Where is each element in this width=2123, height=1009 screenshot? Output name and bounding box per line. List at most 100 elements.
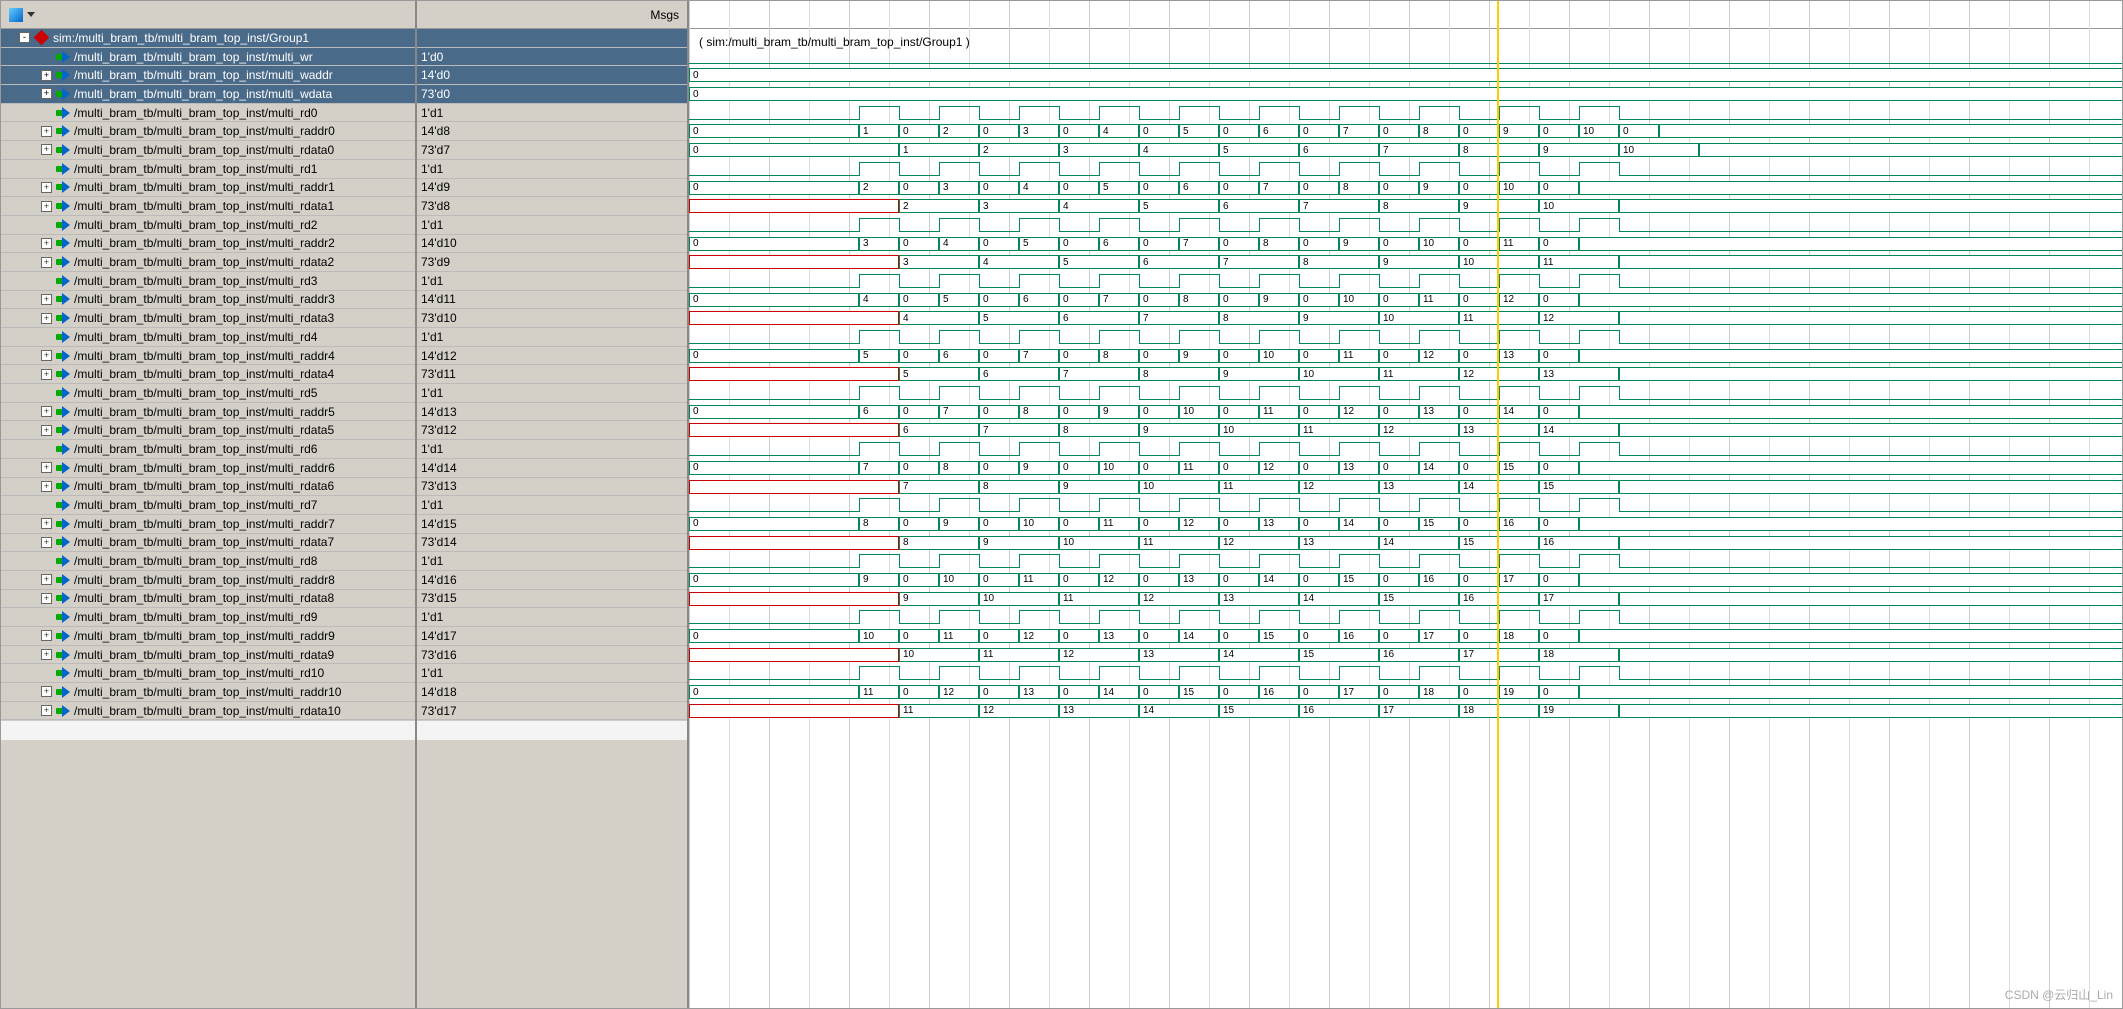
- wave-row[interactable]: 2345678910: [689, 197, 2122, 216]
- signal-value[interactable]: 14'd0: [417, 66, 687, 85]
- signal-row[interactable]: /multi_bram_tb/multi_bram_top_inst/multi…: [1, 384, 415, 403]
- expand-icon[interactable]: +: [41, 686, 52, 697]
- expand-icon[interactable]: +: [41, 593, 52, 604]
- expand-icon[interactable]: +: [41, 201, 52, 212]
- wave-row[interactable]: 012345678910: [689, 141, 2122, 160]
- signal-value[interactable]: 1'd1: [417, 608, 687, 627]
- signal-row[interactable]: /multi_bram_tb/multi_bram_top_inst/multi…: [1, 48, 415, 67]
- signal-value[interactable]: 14'd11: [417, 291, 687, 310]
- signal-row[interactable]: +/multi_bram_tb/multi_bram_top_inst/mult…: [1, 365, 415, 384]
- collapse-icon[interactable]: -: [19, 32, 30, 43]
- signal-row[interactable]: /multi_bram_tb/multi_bram_top_inst/multi…: [1, 272, 415, 291]
- wave-row[interactable]: 02030405060708090100: [689, 179, 2122, 198]
- wave-row[interactable]: [689, 440, 2122, 459]
- signal-row[interactable]: +/multi_bram_tb/multi_bram_top_inst/mult…: [1, 683, 415, 702]
- expand-icon[interactable]: +: [41, 425, 52, 436]
- signal-value[interactable]: 14'd9: [417, 179, 687, 198]
- signal-value[interactable]: 14'd13: [417, 403, 687, 422]
- signal-row[interactable]: /multi_bram_tb/multi_bram_top_inst/multi…: [1, 608, 415, 627]
- signal-row[interactable]: /multi_bram_tb/multi_bram_top_inst/multi…: [1, 552, 415, 571]
- signal-row[interactable]: +/multi_bram_tb/multi_bram_top_inst/mult…: [1, 291, 415, 310]
- signal-value[interactable]: 14'd17: [417, 627, 687, 646]
- expand-icon[interactable]: +: [41, 369, 52, 380]
- wave-row[interactable]: 0102030405060708090100: [689, 122, 2122, 141]
- wave-row[interactable]: 91011121314151617: [689, 590, 2122, 609]
- expand-icon[interactable]: +: [41, 518, 52, 529]
- expand-icon[interactable]: +: [41, 537, 52, 548]
- signal-row[interactable]: +/multi_bram_tb/multi_bram_top_inst/mult…: [1, 515, 415, 534]
- wave-row[interactable]: [689, 104, 2122, 123]
- signal-row[interactable]: +/multi_bram_tb/multi_bram_top_inst/mult…: [1, 571, 415, 590]
- signal-row[interactable]: +/multi_bram_tb/multi_bram_top_inst/mult…: [1, 347, 415, 366]
- signal-value[interactable]: 14'd18: [417, 683, 687, 702]
- signal-row[interactable]: +/multi_bram_tb/multi_bram_top_inst/mult…: [1, 702, 415, 721]
- wave-row[interactable]: 08090100110120130140150160: [689, 515, 2122, 534]
- waveform-panel[interactable]: ( sim:/multi_bram_tb/multi_bram_top_inst…: [689, 1, 2122, 1008]
- signal-row[interactable]: +/multi_bram_tb/multi_bram_top_inst/mult…: [1, 627, 415, 646]
- name-panel-header[interactable]: [1, 1, 415, 29]
- wave-row[interactable]: 111213141516171819: [689, 702, 2122, 721]
- signal-value[interactable]: 73'd14: [417, 534, 687, 553]
- signal-value[interactable]: 73'd0: [417, 85, 687, 104]
- signal-row[interactable]: +/multi_bram_tb/multi_bram_top_inst/mult…: [1, 253, 415, 272]
- expand-icon[interactable]: +: [41, 462, 52, 473]
- wave-row[interactable]: [689, 272, 2122, 291]
- signal-value[interactable]: 14'd8: [417, 122, 687, 141]
- signal-name-panel[interactable]: -sim:/multi_bram_tb/multi_bram_top_inst/…: [1, 1, 417, 1008]
- expand-icon[interactable]: +: [41, 88, 52, 99]
- wave-row[interactable]: 34567891011: [689, 253, 2122, 272]
- wave-cursor[interactable]: [1497, 1, 1499, 1008]
- wave-row[interactable]: 090100110120130140150160170: [689, 571, 2122, 590]
- signal-row[interactable]: +/multi_bram_tb/multi_bram_top_inst/mult…: [1, 141, 415, 160]
- signal-row[interactable]: +/multi_bram_tb/multi_bram_top_inst/mult…: [1, 85, 415, 104]
- signal-value[interactable]: 1'd1: [417, 216, 687, 235]
- signal-value[interactable]: 73'd17: [417, 702, 687, 721]
- signal-value[interactable]: 14'd10: [417, 235, 687, 254]
- signal-row[interactable]: +/multi_bram_tb/multi_bram_top_inst/mult…: [1, 646, 415, 665]
- signal-row[interactable]: +/multi_bram_tb/multi_bram_top_inst/mult…: [1, 179, 415, 198]
- signal-value[interactable]: 14'd16: [417, 571, 687, 590]
- expand-icon[interactable]: +: [41, 649, 52, 660]
- expand-icon[interactable]: +: [41, 481, 52, 492]
- signal-row[interactable]: /multi_bram_tb/multi_bram_top_inst/multi…: [1, 104, 415, 123]
- signal-value[interactable]: 73'd11: [417, 365, 687, 384]
- signal-value[interactable]: 14'd14: [417, 459, 687, 478]
- wave-row[interactable]: 456789101112: [689, 309, 2122, 328]
- signal-value[interactable]: 14'd12: [417, 347, 687, 366]
- signal-value-panel[interactable]: Msgs 1'd014'd073'd01'd114'd873'd71'd114'…: [417, 1, 689, 1008]
- wave-row[interactable]: [689, 552, 2122, 571]
- expand-icon[interactable]: +: [41, 257, 52, 268]
- signal-row[interactable]: /multi_bram_tb/multi_bram_top_inst/multi…: [1, 496, 415, 515]
- signal-row[interactable]: +/multi_bram_tb/multi_bram_top_inst/mult…: [1, 590, 415, 609]
- signal-row[interactable]: +/multi_bram_tb/multi_bram_top_inst/mult…: [1, 66, 415, 85]
- wave-row[interactable]: [689, 664, 2122, 683]
- signal-value[interactable]: 1'd1: [417, 160, 687, 179]
- wave-row[interactable]: [689, 328, 2122, 347]
- wave-row[interactable]: 0405060708090100110120: [689, 291, 2122, 310]
- signal-value[interactable]: 1'd1: [417, 272, 687, 291]
- signal-value[interactable]: 73'd13: [417, 478, 687, 497]
- signal-value[interactable]: 1'd1: [417, 384, 687, 403]
- wave-row[interactable]: 0: [689, 85, 2122, 104]
- wave-row[interactable]: 5678910111213: [689, 365, 2122, 384]
- wave-row[interactable]: 0708090100110120130140150: [689, 459, 2122, 478]
- wave-row[interactable]: 8910111213141516: [689, 534, 2122, 553]
- signal-row[interactable]: +/multi_bram_tb/multi_bram_top_inst/mult…: [1, 235, 415, 254]
- signal-row[interactable]: +/multi_bram_tb/multi_bram_top_inst/mult…: [1, 197, 415, 216]
- wave-row[interactable]: 0100110120130140150160170180: [689, 627, 2122, 646]
- expand-icon[interactable]: +: [41, 238, 52, 249]
- expand-icon[interactable]: +: [41, 126, 52, 137]
- wave-row[interactable]: [689, 29, 2122, 48]
- signal-value[interactable]: 73'd15: [417, 590, 687, 609]
- signal-value[interactable]: 14'd15: [417, 515, 687, 534]
- wave-row[interactable]: [689, 48, 2122, 67]
- expand-icon[interactable]: +: [41, 70, 52, 81]
- signal-row[interactable]: +/multi_bram_tb/multi_bram_top_inst/mult…: [1, 459, 415, 478]
- wave-row[interactable]: [689, 384, 2122, 403]
- wave-row[interactable]: 0: [689, 66, 2122, 85]
- wave-row[interactable]: [689, 608, 2122, 627]
- signal-row[interactable]: /multi_bram_tb/multi_bram_top_inst/multi…: [1, 216, 415, 235]
- expand-icon[interactable]: +: [41, 313, 52, 324]
- signal-value[interactable]: 73'd9: [417, 253, 687, 272]
- signal-row[interactable]: -sim:/multi_bram_tb/multi_bram_top_inst/…: [1, 29, 415, 48]
